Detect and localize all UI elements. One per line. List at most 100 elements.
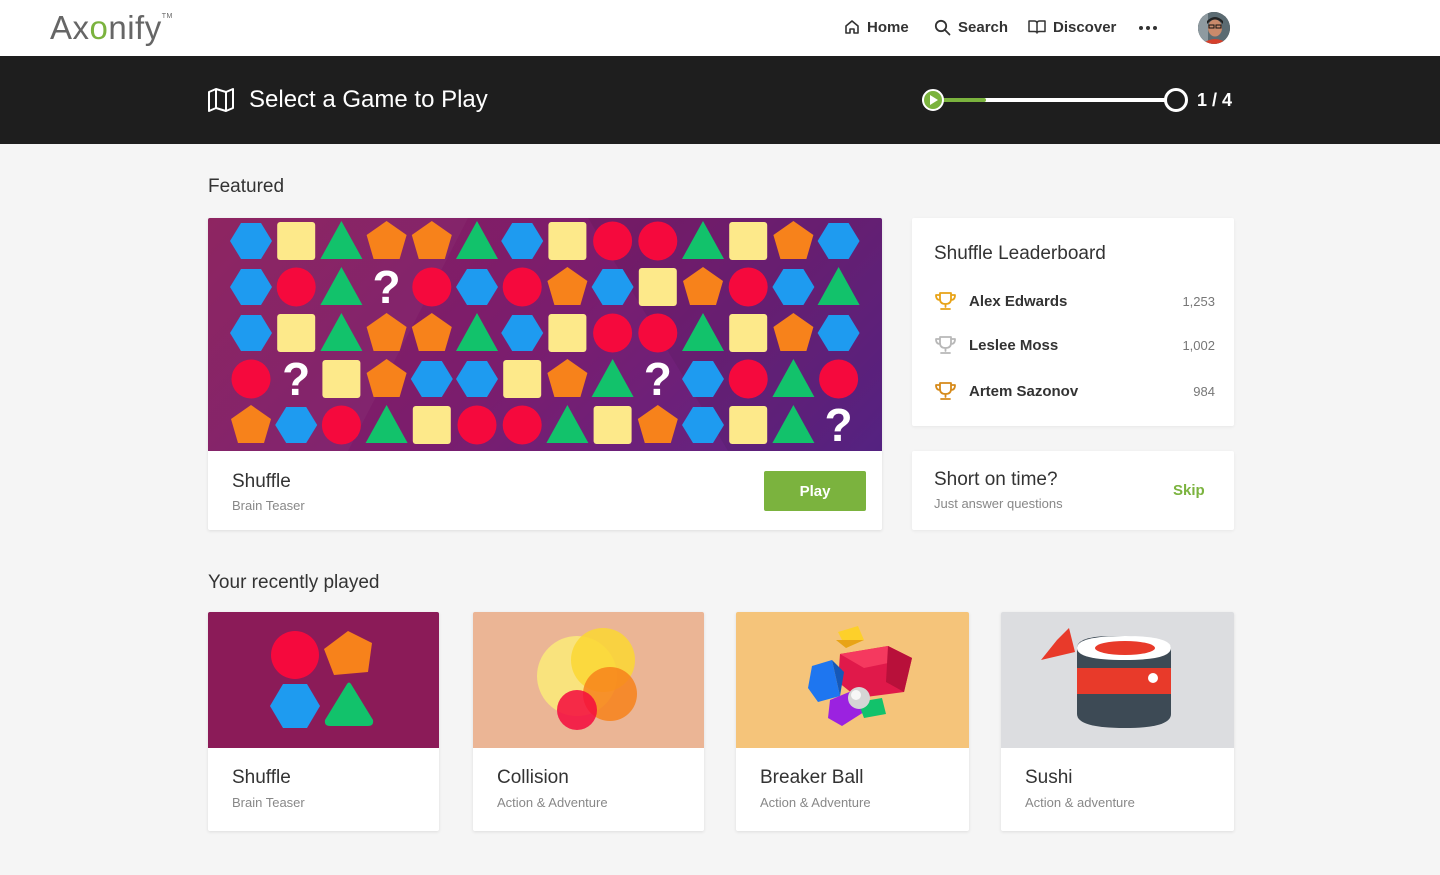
shuffle-tile-shape (412, 267, 452, 307)
game-card-category: Action & Adventure (497, 795, 608, 810)
shuffle-tile-shape (502, 267, 542, 307)
page-title-text: Select a Game to Play (249, 86, 488, 113)
sushi-thumbnail (1001, 612, 1234, 748)
nav-home[interactable]: Home (844, 16, 909, 38)
leaderboard-score: 1,253 (1182, 293, 1215, 309)
game-card-title: Breaker Ball (760, 767, 864, 788)
mystery-tile-icon: ? (373, 261, 401, 313)
leaderboard-name: Artem Sazonov (969, 382, 1079, 400)
shuffle-tile-shape (728, 359, 768, 399)
shuffle-tile-shape (411, 313, 452, 351)
home-icon (845, 20, 859, 34)
progress-track (922, 98, 1176, 102)
featured-game-title: Shuffle (232, 471, 291, 492)
leaderboard-panel: Shuffle Leaderboard Alex Edwards 1,253 L… (912, 218, 1234, 426)
nav-search[interactable]: Search (934, 16, 1008, 38)
game-card-breaker-ball[interactable]: Breaker Ball Action & Adventure (736, 612, 969, 831)
mystery-tile-icon: ? (644, 353, 672, 405)
leaderboard-name: Leslee Moss (969, 336, 1059, 354)
game-card-category: Action & Adventure (760, 795, 871, 810)
page-title: Select a Game to Play (207, 86, 488, 114)
silver-trophy-icon (935, 336, 956, 354)
game-card-category: Brain Teaser (232, 795, 305, 810)
shuffle-tile-shape (728, 267, 768, 307)
shuffle-tile-shape (547, 359, 588, 397)
shuffle-tile-shape (321, 405, 361, 445)
featured-game-card[interactable]: ???? Shuffle Brain Teaser Play (208, 218, 882, 530)
shuffle-shapes-art (270, 631, 374, 728)
leaderboard-title: Shuffle Leaderboard (934, 243, 1106, 264)
shuffle-tile-shape (819, 359, 859, 399)
logo-text-prefix: Ax (50, 9, 90, 46)
game-card-collision[interactable]: Collision Action & Adventure (473, 612, 704, 831)
shuffle-tile-shape (503, 360, 542, 398)
gold-trophy-icon (935, 292, 956, 310)
short-on-time-subtitle: Just answer questions (934, 496, 1063, 511)
game-card-title: Sushi (1025, 767, 1073, 788)
shuffle-tile-shape (548, 222, 587, 260)
play-button[interactable]: Play (764, 471, 866, 511)
leaderboard-row: Artem Sazonov 984 (934, 379, 1215, 403)
shuffle-tile-shape (593, 313, 633, 353)
user-avatar[interactable] (1198, 12, 1230, 44)
shuffle-tile-shape (638, 313, 678, 353)
shuffle-tile-shape (591, 359, 634, 397)
progress-counter: 1 / 4 (1197, 90, 1233, 110)
shuffle-tile-shape (729, 222, 768, 260)
book-icon (1028, 20, 1046, 34)
shuffle-tile-shape (502, 405, 542, 445)
short-on-time-panel: Short on time? Just answer questions Ski… (912, 451, 1234, 530)
trademark-mark: TM (161, 13, 173, 20)
top-navigation: AxonifyTM Home Search Discover (0, 0, 1440, 56)
shuffle-tile-shape (322, 360, 361, 398)
skip-link[interactable]: Skip (1173, 482, 1205, 499)
logo-text-o: o (89, 9, 109, 46)
nav-home-label: Home (867, 18, 909, 36)
featured-game-category: Brain Teaser (232, 498, 305, 513)
shuffle-tile-shape (276, 267, 316, 307)
game-card-sushi[interactable]: Sushi Action & adventure (1001, 612, 1234, 831)
shuffle-tile-shape (637, 405, 678, 443)
avatar-image (1198, 12, 1230, 44)
breaker-ball-thumbnail (736, 612, 969, 748)
recently-played-heading: Your recently played (208, 572, 380, 593)
progress-start-marker (922, 89, 944, 111)
leaderboard-score: 1,002 (1182, 337, 1215, 353)
game-card-title: Shuffle (232, 767, 291, 788)
shuffle-shape-grid: ???? (230, 218, 882, 451)
shuffle-tile-shape (593, 406, 632, 444)
leaderboard-score: 984 (1193, 383, 1215, 399)
more-dots-icon (1139, 26, 1157, 30)
shuffle-tile-shape (456, 361, 498, 397)
nav-search-label: Search (958, 18, 1009, 36)
logo-text-suffix: nify (108, 9, 162, 46)
leaderboard-row: Alex Edwards 1,253 (934, 289, 1215, 313)
collision-circles-art (537, 628, 637, 730)
nav-discover[interactable]: Discover (1028, 16, 1116, 38)
shuffle-tile-shape (501, 315, 544, 351)
nav-discover-label: Discover (1053, 18, 1117, 36)
shuffle-tile-shape (593, 221, 633, 261)
shuffle-tile-shape (410, 361, 453, 397)
shuffle-tile-shape (546, 405, 589, 443)
shuffle-tile-shape (456, 313, 498, 351)
featured-heading: Featured (208, 176, 285, 197)
leaderboard-row: Leslee Moss 1,002 (934, 333, 1215, 357)
game-card-shuffle[interactable]: Shuffle Brain Teaser (208, 612, 439, 831)
more-menu-button[interactable] (1138, 17, 1165, 39)
mystery-tile-icon: ? (825, 399, 853, 451)
axonify-logo[interactable]: AxonifyTM (50, 9, 173, 47)
search-icon (934, 19, 951, 35)
collision-thumbnail (473, 612, 704, 748)
game-card-title: Collision (497, 767, 569, 788)
shuffle-game-artwork: ???? (208, 218, 882, 451)
shuffle-tile-shape (412, 406, 451, 444)
leaderboard-name: Alex Edwards (969, 292, 1068, 310)
page-header: Select a Game to Play 1 / 4 (0, 56, 1440, 144)
shuffle-tile-shape (729, 406, 768, 444)
mystery-tile-icon: ? (282, 353, 310, 405)
shuffle-tile-shape (547, 267, 588, 305)
shuffle-thumbnail (208, 612, 439, 748)
shuffle-tile-shape (638, 268, 677, 306)
game-card-category: Action & adventure (1025, 795, 1135, 810)
